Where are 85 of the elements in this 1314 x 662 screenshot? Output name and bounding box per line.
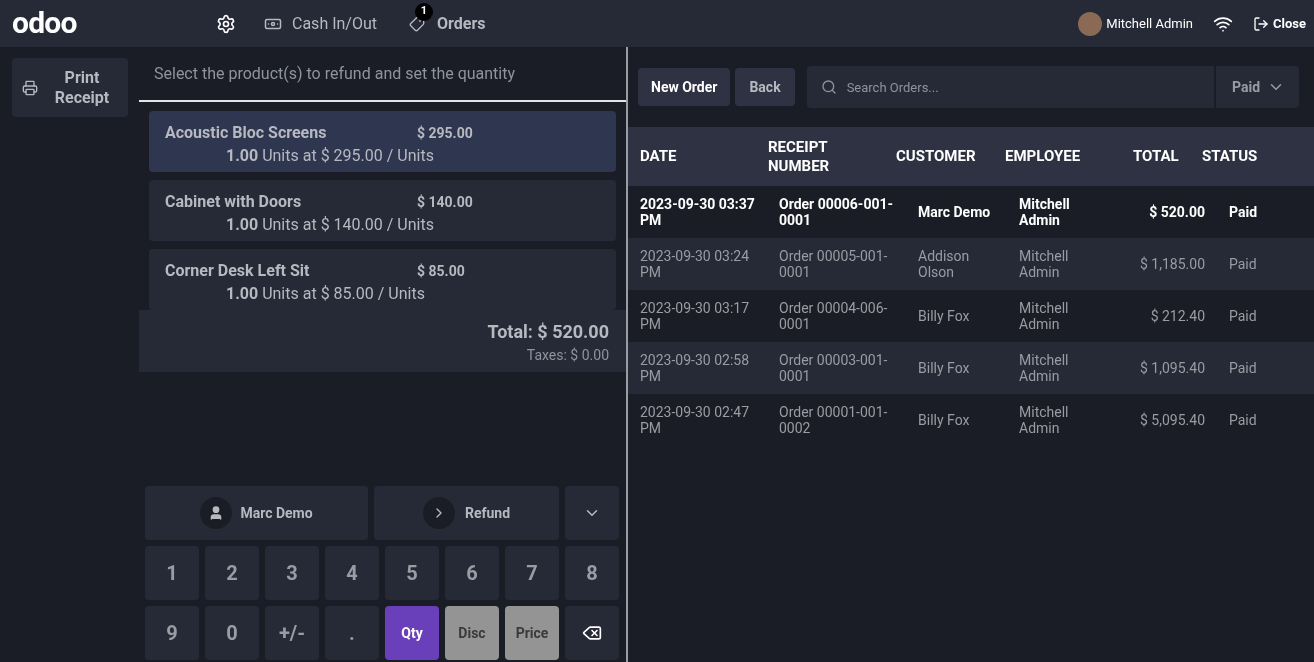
column-header: EMPLOYEE — [1005, 147, 1082, 166]
line-price: $ 85.00 — [417, 262, 465, 281]
refund-instruction: Select the product(s) to refund and set the quantity — [154, 62, 516, 85]
receipt-number-cell-text: Order 00006-001-0001 — [779, 196, 894, 228]
employee-cell-text: Mitchell Admin — [1019, 300, 1070, 332]
date-cell-text: 2023-09-30 03:17 PM — [640, 300, 751, 332]
backspace-icon — [582, 623, 602, 643]
product-name: Corner Desk Left Sit — [165, 260, 311, 282]
column-header: STATUS — [1202, 147, 1259, 166]
status-cell-text: Paid — [1228, 256, 1257, 272]
numpad-key[interactable]: 0 — [205, 606, 259, 660]
numpad-key[interactable]: 4 — [325, 546, 379, 600]
column-header: TOTAL — [1133, 147, 1180, 166]
orders-count-badge: 1 — [415, 2, 433, 21]
column-header: DATE — [640, 147, 678, 166]
total-cell-text: $ 1,185.00 — [1139, 256, 1205, 272]
backspace-button[interactable] — [565, 606, 619, 660]
customer-cell-text: Addison Olson — [918, 248, 971, 280]
taxes-amount: Taxes: $ 0.00 — [526, 346, 609, 365]
status-filter-dropdown[interactable]: Paid — [1215, 66, 1299, 108]
total-cell-text: $ 212.40 — [1149, 308, 1205, 324]
numpad-key[interactable]: . — [325, 606, 379, 660]
product-name: Cabinet with Doors — [165, 191, 303, 213]
tag-icon — [409, 15, 425, 32]
date-cell-text: 2023-09-30 03:24 PM — [640, 248, 751, 280]
numpad-key[interactable]: 1 — [145, 546, 199, 600]
order-row[interactable]: 2023-09-30 02:58 PM Order 00003-001-0001 Billy Fox Mitchell Admin $ 1,095.40 Paid — [628, 342, 1314, 394]
cash-in-out-button[interactable]: Cash In/Out — [264, 11, 377, 36]
customer-cell-text: Billy Fox — [918, 360, 971, 376]
numpad-key[interactable]: 6 — [445, 546, 499, 600]
close-button[interactable]: Close — [1253, 13, 1306, 34]
date-cell-text: 2023-09-30 02:47 PM — [640, 404, 751, 436]
employee-cell-text: Mitchell Admin — [1019, 196, 1071, 228]
status-cell-text: Paid — [1228, 360, 1257, 376]
numpad-key[interactable]: 3 — [265, 546, 319, 600]
employee-cell-text: Mitchell Admin — [1019, 352, 1070, 384]
order-total: Total: $ 520.00 — [487, 320, 609, 344]
printer-icon — [22, 79, 38, 96]
receipt-number-cell-text: Order 00001-001-0002 — [779, 404, 889, 436]
customer-cell-text: Billy Fox — [918, 412, 971, 428]
numpad-key[interactable]: 9 — [145, 606, 199, 660]
employee-cell-text: Mitchell Admin — [1019, 404, 1070, 436]
customer-cell-text: Marc Demo — [918, 204, 992, 220]
line-quantity-detail: 1.00 Units at $ 85.00 / Units — [225, 283, 426, 305]
numpad-key[interactable]: 7 — [505, 546, 559, 600]
order-row[interactable]: 2023-09-30 03:24 PM Order 00005-001-0001 Addison Olson Mitchell Admin $ 1,185.00 Paid — [628, 238, 1314, 290]
user-avatar — [1078, 11, 1103, 36]
new-order-button[interactable]: New Order — [638, 68, 731, 106]
customer-cell-text: Billy Fox — [918, 308, 971, 324]
print-receipt-button[interactable]: Print Receipt — [12, 58, 128, 117]
numpad-key[interactable]: +/- — [265, 606, 319, 660]
settings-icon[interactable] — [216, 13, 236, 34]
total-cell-text: $ 5,095.40 — [1139, 412, 1205, 428]
search-orders-field[interactable]: Search Orders... — [806, 66, 1214, 108]
employee-cell-text: Mitchell Admin — [1019, 248, 1070, 280]
date-cell-text: 2023-09-30 02:58 PM — [640, 352, 751, 384]
line-quantity-detail: 1.00 Units at $ 295.00 / Units — [225, 145, 435, 167]
customer-button[interactable]: Marc Demo — [145, 486, 368, 540]
mode-button[interactable]: Price — [505, 606, 559, 660]
line-price: $ 140.00 — [417, 193, 473, 212]
exit-icon — [1253, 15, 1269, 32]
mode-button[interactable]: Qty — [385, 606, 439, 660]
mode-button[interactable]: Disc — [445, 606, 499, 660]
line-price: $ 295.00 — [417, 124, 473, 143]
back-button[interactable]: Back — [735, 68, 795, 106]
refund-button[interactable]: Refund — [374, 486, 559, 540]
line-quantity-detail: 1.00 Units at $ 140.00 / Units — [225, 214, 435, 236]
column-header: CUSTOMER — [896, 147, 977, 166]
status-cell-text: Paid — [1228, 308, 1257, 324]
receipt-number-cell-text: Order 00004-006-0001 — [779, 300, 889, 332]
date-cell-text: 2023-09-30 03:37 PM — [640, 196, 756, 228]
user-name: Mitchell Admin — [1106, 14, 1193, 33]
receipt-number-cell-text: Order 00003-001-0001 — [779, 352, 889, 384]
total-cell-text: $ 1,095.40 — [1139, 360, 1205, 376]
product-name: Acoustic Bloc Screens — [165, 122, 328, 144]
search-icon — [820, 79, 837, 95]
total-cell-text: $ 520.00 — [1148, 204, 1205, 220]
status-cell-text: Paid — [1228, 204, 1258, 220]
numpad-key[interactable]: 8 — [565, 546, 619, 600]
numpad-key[interactable]: 2 — [205, 546, 259, 600]
status-cell-text: Paid — [1228, 412, 1257, 428]
receipt-number-cell-text: Order 00005-001-0001 — [779, 248, 889, 280]
logo: odoo — [12, 7, 78, 38]
numpad-key[interactable]: 5 — [385, 546, 439, 600]
column-header: RECEIPT NUMBER — [768, 137, 831, 176]
